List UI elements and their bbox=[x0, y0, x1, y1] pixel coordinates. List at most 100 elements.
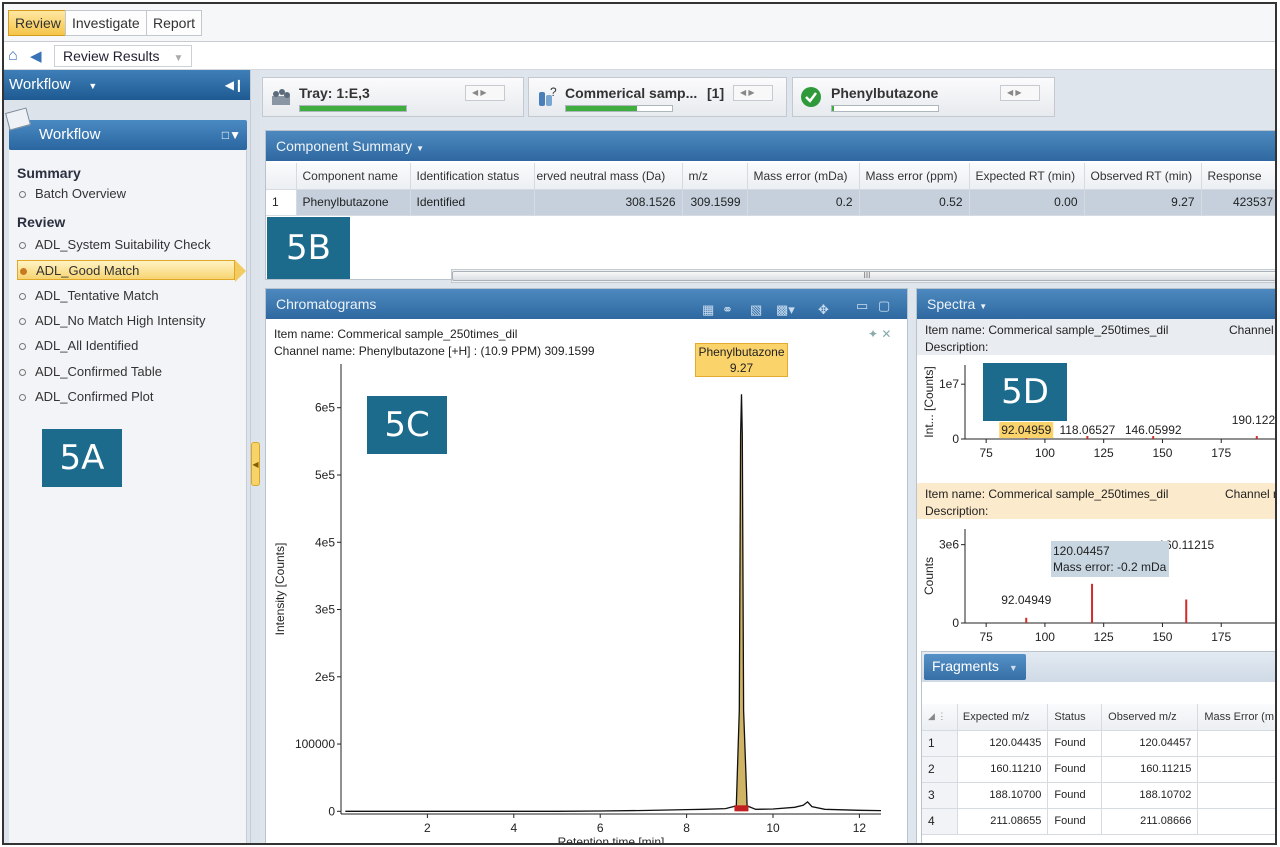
column-header[interactable]: Component name bbox=[296, 163, 411, 190]
pin-close-icon[interactable]: ✦ ✕ bbox=[868, 327, 891, 341]
move-icon[interactable]: ✥ bbox=[818, 295, 829, 325]
tab-review[interactable]: Review bbox=[8, 10, 68, 36]
corner-cell[interactable] bbox=[266, 163, 297, 190]
table-row[interactable]: 2 160.11210 Found 160.11215 bbox=[922, 756, 1275, 783]
tab-report[interactable]: Report bbox=[146, 10, 203, 36]
tooltip-mz: 120.04457 bbox=[1053, 544, 1110, 558]
tab-investigate[interactable]: Investigate bbox=[65, 10, 147, 36]
maximize-icon[interactable]: ▢ bbox=[878, 291, 890, 321]
column-header[interactable]: Observed RT (min) bbox=[1084, 163, 1202, 190]
column-header[interactable]: Expected m/z bbox=[957, 704, 1049, 731]
spec2-channel: Channel n bbox=[1225, 487, 1277, 501]
table-cell: 120.04457 bbox=[1101, 730, 1199, 757]
fragments-title: Fragments bbox=[932, 658, 999, 674]
minimize-icon[interactable]: ▭ bbox=[856, 291, 868, 321]
chevron-down-icon[interactable]: ▼ bbox=[173, 53, 183, 64]
table-row[interactable]: 1 Phenylbutazone Identified 308.1526 309… bbox=[266, 189, 1275, 216]
workflow-item[interactable]: ADL_No Match High Intensity bbox=[19, 311, 206, 331]
spec1-item-name: Item name: Commerical sample_250times_di… bbox=[925, 323, 1169, 337]
back-arrow-icon[interactable]: ◀ bbox=[30, 47, 42, 65]
column-header[interactable]: m/z bbox=[682, 163, 748, 190]
workflow-item-label: ADL_No Match High Intensity bbox=[35, 313, 206, 328]
column-header[interactable]: Mass error (mDa) bbox=[747, 163, 860, 190]
table-cell: 211.08666 bbox=[1101, 808, 1199, 835]
column-header[interactable]: erved neutral mass (Da) bbox=[534, 163, 683, 190]
column-header[interactable]: Response bbox=[1201, 163, 1275, 190]
radio-dot-icon bbox=[20, 268, 27, 276]
chevron-down-icon[interactable]: ▼ bbox=[416, 144, 424, 153]
workflow-item[interactable]: ADL_All Identified bbox=[19, 336, 138, 356]
radio-dot-icon bbox=[19, 394, 26, 402]
workflow-header[interactable]: Workflow ▼ ◀❙ bbox=[4, 70, 250, 100]
zoom-icon[interactable]: ▦ bbox=[702, 295, 714, 325]
splitter-grip-icon[interactable]: ◀ bbox=[251, 442, 260, 486]
scroll-thumb[interactable]: III bbox=[452, 271, 1275, 281]
chrom-item-name: Item name: Commerical sample_250times_di… bbox=[274, 327, 518, 341]
table-cell: 308.1526 bbox=[534, 189, 683, 216]
workflow-item-batch-overview[interactable]: Batch Overview bbox=[19, 184, 126, 204]
breadcrumb[interactable]: Review Results ▼ bbox=[54, 45, 193, 67]
column-header[interactable]: Identification status bbox=[410, 163, 535, 190]
app-window: Review Investigate Report ⌂ ◀ Review Res… bbox=[2, 2, 1277, 845]
column-header[interactable]: Status bbox=[1047, 704, 1103, 731]
tray-nav[interactable]: ◀ ▶ bbox=[465, 85, 505, 101]
fragments-panel: Fragments ▼ ◢ ⋮ Expected m/z Status Obser… bbox=[921, 651, 1275, 843]
column-header[interactable]: Mass Error (m bbox=[1197, 704, 1275, 731]
figure-badge-5a: 5A bbox=[42, 429, 122, 487]
figure-badge-5c: 5C bbox=[367, 396, 447, 454]
workflow-item[interactable]: ADL_Confirmed Table bbox=[19, 362, 162, 382]
chromatogram-plot[interactable]: 0 100000 2e5 3e5 4e5 5e5 6e5 2 4 6 8 10 12 Retention … bbox=[266, 359, 907, 845]
corner-cell[interactable]: ◢ ⋮ bbox=[922, 704, 958, 731]
x-tick-label: 8 bbox=[683, 821, 690, 835]
main-area: Tray: 1:E,3 ◀ ▶ ? Commerical samp... [1]… bbox=[260, 70, 1277, 845]
workflow-item-label: ADL_Tentative Match bbox=[35, 288, 159, 303]
workflow-panel-icon bbox=[5, 107, 31, 131]
home-icon[interactable]: ⌂ bbox=[8, 47, 18, 65]
table-cell: Found bbox=[1047, 782, 1103, 809]
radio-dot-icon bbox=[19, 318, 26, 326]
table-cell: 309.1599 bbox=[682, 189, 748, 216]
workflow-item[interactable]: ADL_Confirmed Plot bbox=[19, 387, 154, 407]
fragments-header: Fragments ▼ bbox=[922, 652, 1275, 682]
collapse-pane-icon[interactable]: ◀❙ bbox=[225, 70, 244, 100]
chevron-down-icon[interactable]: ▼ bbox=[1009, 663, 1018, 673]
component-summary-header[interactable]: Component Summary ▼ bbox=[266, 131, 1275, 161]
column-header[interactable]: Observed m/z bbox=[1101, 704, 1199, 731]
peak-annotation: Phenylbutazone 9.27 bbox=[695, 343, 788, 377]
table-row[interactable]: 3 188.10700 Found 188.10702 bbox=[922, 782, 1275, 809]
table-row[interactable]: 4 211.08655 Found 211.08666 bbox=[922, 808, 1275, 835]
y-tick-label: 1e7 bbox=[939, 377, 959, 391]
compound-nav[interactable]: ◀ ▶ bbox=[1000, 85, 1040, 101]
table-cell bbox=[1197, 756, 1275, 783]
pane-splitter[interactable]: ◀ bbox=[250, 70, 260, 843]
fragments-tab[interactable]: Fragments ▼ bbox=[924, 654, 1026, 680]
peak-label: 190.1226 bbox=[1232, 413, 1277, 427]
spectrum-plot-1[interactable]: 0 1e7 75 100 125 150 175 Int... [Counts] 92.0495… bbox=[917, 355, 1277, 483]
spec1-description: Description: bbox=[925, 340, 989, 354]
spectra-header[interactable]: Spectra ▼ bbox=[917, 289, 1275, 319]
menu-bar: Review Investigate Report bbox=[4, 4, 1275, 42]
chevron-down-icon[interactable]: ▼ bbox=[88, 81, 97, 91]
sample-nav[interactable]: ◀ ▶ bbox=[733, 85, 773, 101]
workflow-list: Summary Batch Overview Review ADL_System… bbox=[9, 150, 247, 843]
workflow-item[interactable]: ADL_System Suitability Check bbox=[19, 235, 211, 255]
horizontal-scrollbar[interactable]: III bbox=[451, 269, 1275, 283]
workflow-item[interactable]: ADL_Tentative Match bbox=[19, 286, 159, 306]
chevron-down-icon[interactable]: ▼ bbox=[979, 302, 987, 311]
table-row[interactable]: 1 120.04435 Found 120.04457 bbox=[922, 730, 1275, 757]
tray-progress-fill bbox=[300, 106, 406, 111]
y-tick-label: 100000 bbox=[295, 737, 335, 751]
peak-label: 92.04949 bbox=[1001, 593, 1051, 607]
workflow-panel-title: Workflow bbox=[39, 126, 101, 143]
table-icon[interactable]: ▧ bbox=[750, 295, 762, 325]
panel-menu-icon[interactable]: □▼ bbox=[222, 120, 241, 150]
spectra-panel: Spectra ▼ Item name: Commerical sample_25… bbox=[916, 288, 1277, 843]
x-tick-label: 175 bbox=[1211, 630, 1231, 644]
link-icon[interactable]: ⚭ bbox=[722, 295, 733, 325]
x-axis-title: Retention time [min] bbox=[558, 835, 665, 845]
column-header[interactable]: Mass error (ppm) bbox=[859, 163, 970, 190]
workflow-item-selected[interactable]: ADL_Good Match bbox=[17, 260, 246, 282]
column-header[interactable]: Expected RT (min) bbox=[969, 163, 1085, 190]
spectrum-plot-2[interactable]: 0 3e6 75 100 125 150 175 Counts 92.04949 120.0445… bbox=[917, 519, 1277, 649]
export-icon[interactable]: ▩▾ bbox=[776, 295, 795, 325]
